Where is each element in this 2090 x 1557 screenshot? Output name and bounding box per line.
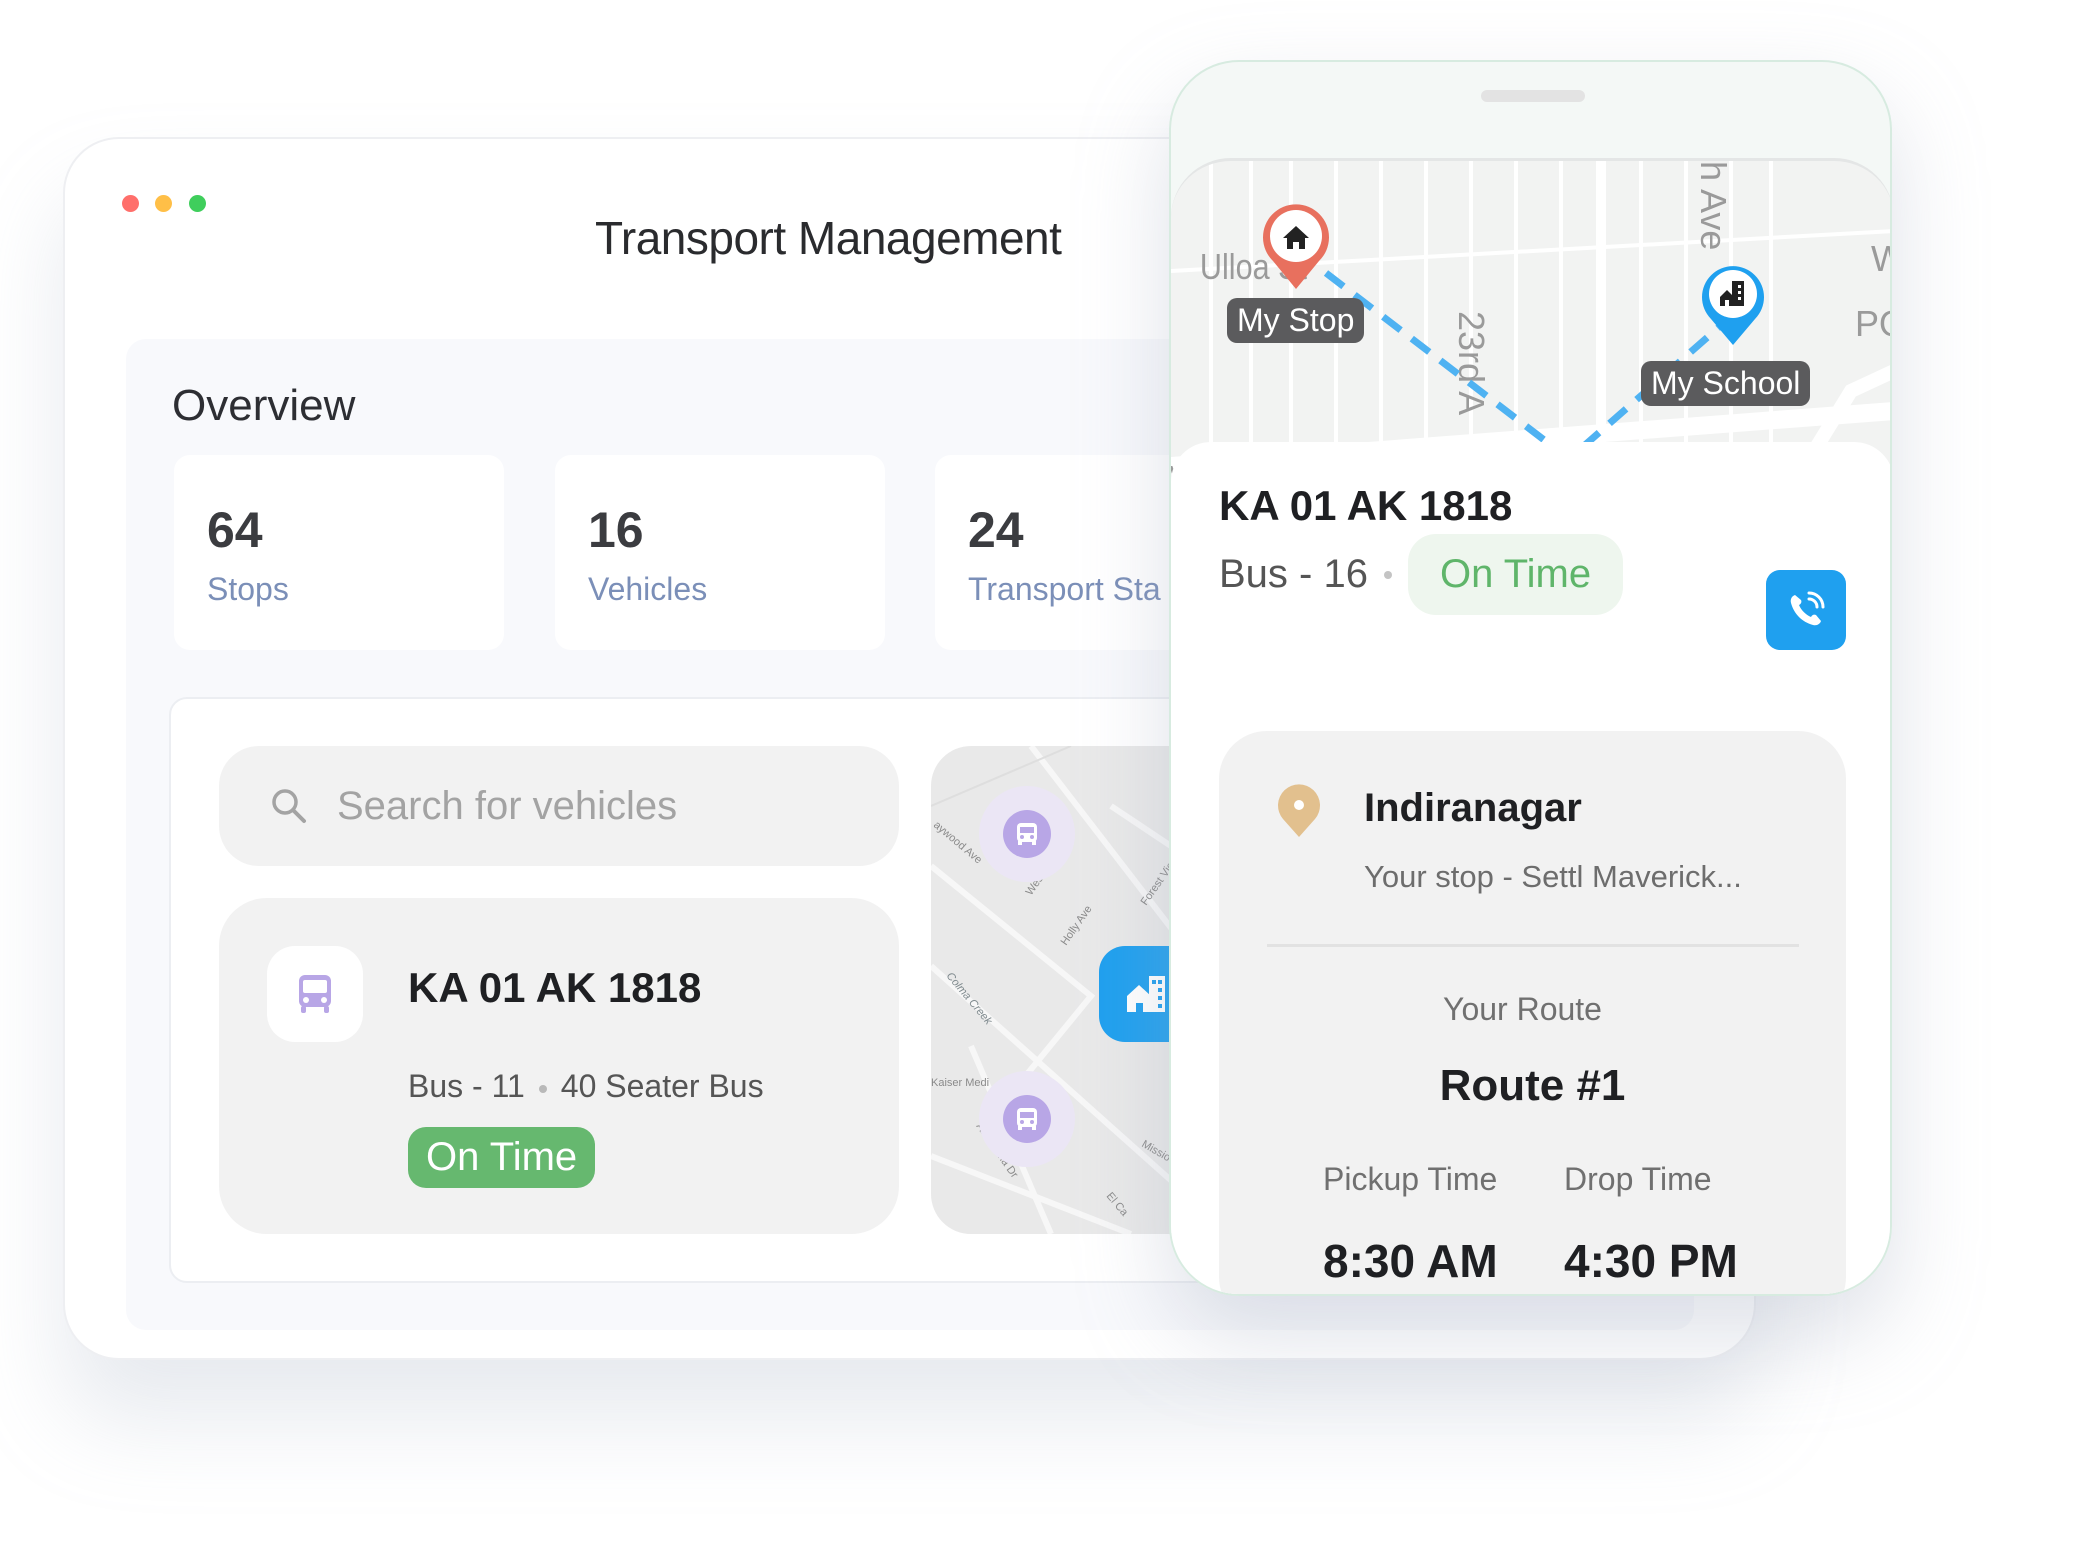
window-minimize-button[interactable]	[155, 195, 172, 212]
school-icon	[1127, 976, 1165, 1012]
separator-dot	[1383, 570, 1392, 579]
my-stop-pin[interactable]	[1261, 201, 1331, 291]
bus-map-marker[interactable]	[979, 1071, 1075, 1167]
street-label: El Ca	[1104, 1190, 1131, 1219]
pickup-time: Pickup Time 8:30 AM	[1323, 1161, 1498, 1288]
pickup-time-label: Pickup Time	[1323, 1161, 1498, 1197]
route-info-card: Indiranagar Your stop - Settl Maverick..…	[1219, 731, 1846, 1294]
street-label: PO	[1855, 303, 1892, 344]
street-label: W	[1871, 238, 1892, 279]
vehicle-icon-box	[267, 946, 363, 1042]
route-value: Route #1	[1439, 1061, 1626, 1110]
drop-time: Drop Time 4:30 PM	[1564, 1161, 1738, 1288]
window-title: Transport Management	[595, 212, 1062, 264]
status-badge: On Time	[1407, 534, 1624, 615]
search-icon	[272, 789, 306, 823]
stop-name: Indiranagar	[1364, 786, 1582, 830]
drop-time-label: Drop Time	[1564, 1161, 1712, 1197]
stop-subtitle: Your stop - Settl Maverick...	[1364, 859, 1742, 894]
vehicle-bus-number: Bus - 16	[1219, 552, 1368, 596]
drop-time-value: 4:30 PM	[1564, 1235, 1738, 1287]
location-pin-icon	[1278, 784, 1320, 837]
street-label: 23rd A	[1451, 311, 1492, 415]
mobile-app: Ulloa St Vicente St 23rd A h Ave W PO My…	[1169, 60, 1892, 1296]
window-close-button[interactable]	[122, 195, 139, 212]
search-input[interactable]	[337, 774, 857, 838]
stat-value: 24	[968, 502, 1024, 558]
street-label: aywood Ave	[931, 819, 984, 866]
street-label: Colma Creek	[944, 970, 995, 1027]
route-label: Your Route	[1443, 991, 1602, 1027]
stat-card-stops[interactable]: 64 Stops	[174, 455, 504, 650]
bus-icon	[299, 975, 331, 1013]
vehicle-plate: KA 01 AK 1818	[1219, 482, 1513, 529]
stat-label: Vehicles	[588, 571, 708, 607]
stat-value: 64	[207, 502, 263, 558]
vehicle-list-item[interactable]: KA 01 AK 1818 Bus - 11 40 Seater Bus On T…	[219, 898, 899, 1234]
vehicle-type: 40 Seater Bus	[560, 1068, 764, 1104]
vehicle-bus-number: Bus - 11	[408, 1068, 525, 1104]
call-driver-button[interactable]	[1766, 570, 1846, 650]
my-stop-label: My Stop	[1227, 298, 1365, 343]
vehicle-search[interactable]	[219, 746, 899, 866]
stat-label: Stops	[207, 571, 289, 607]
pickup-time-value: 8:30 AM	[1323, 1235, 1498, 1287]
status-badge: On Time	[408, 1127, 596, 1188]
my-school-label: My School	[1641, 361, 1811, 406]
drag-handle[interactable]	[1481, 90, 1585, 102]
divider	[1267, 944, 1799, 947]
bus-icon	[1017, 1108, 1037, 1130]
vehicle-meta: Bus - 11 40 Seater Bus	[408, 1068, 764, 1105]
separator-dot	[538, 1084, 547, 1093]
phone-call-icon	[1790, 591, 1825, 626]
stat-value: 16	[588, 502, 644, 558]
window-maximize-button[interactable]	[189, 195, 206, 212]
vehicle-plate: KA 01 AK 1818	[408, 964, 702, 1011]
street-label: Holly Ave	[1059, 903, 1095, 947]
overview-heading: Overview	[172, 381, 356, 430]
vehicle-detail-sheet: KA 01 AK 1818 Bus - 16 On Time Indiranag…	[1171, 442, 1890, 1294]
my-school-pin[interactable]	[1700, 261, 1766, 347]
street-label: h Ave	[1693, 161, 1734, 250]
bus-map-marker[interactable]	[979, 786, 1075, 882]
street-label: Kaiser Medi	[931, 1077, 989, 1089]
stat-label: Transport Sta	[968, 571, 1161, 607]
vehicle-meta: Bus - 16 On Time	[1219, 534, 1624, 615]
bus-icon	[1017, 823, 1037, 845]
stat-card-vehicles[interactable]: 16 Vehicles	[555, 455, 885, 650]
